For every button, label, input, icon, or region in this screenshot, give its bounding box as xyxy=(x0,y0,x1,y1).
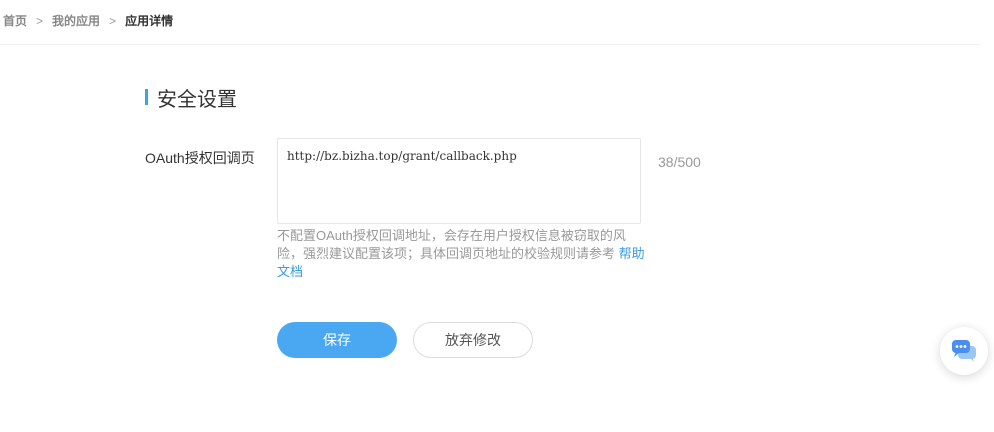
discard-changes-button[interactable]: 放弃修改 xyxy=(413,322,533,358)
chat-support-button[interactable] xyxy=(940,327,988,375)
oauth-callback-textarea[interactable]: http://bz.bizha.top/grant/callback.php xyxy=(277,138,641,224)
chat-bubbles-icon xyxy=(952,340,976,362)
section-title: 安全设置 xyxy=(145,86,237,111)
save-button[interactable]: 保存 xyxy=(277,322,397,358)
header-divider xyxy=(0,44,980,45)
oauth-hint: 不配置OAuth授权回调地址，会存在用户授权信息被窃取的风险，强烈建议配置该项；… xyxy=(277,227,649,281)
section-title-accent-bar xyxy=(145,89,148,105)
breadcrumb-app-details: 应用详情 xyxy=(125,14,174,28)
section-title-text: 安全设置 xyxy=(157,88,237,111)
breadcrumb: 首页 > 我的应用 > 应用详情 xyxy=(3,12,173,29)
oauth-callback-label: OAuth授权回调页 xyxy=(145,150,255,166)
breadcrumb-separator: > xyxy=(36,13,44,28)
oauth-hint-text: 不配置OAuth授权回调地址，会存在用户授权信息被窃取的风险，强烈建议配置该项；… xyxy=(277,228,626,261)
breadcrumb-my-apps[interactable]: 我的应用 xyxy=(52,12,100,29)
breadcrumb-home[interactable]: 首页 xyxy=(3,12,27,29)
char-count: 38/500 xyxy=(658,154,701,170)
breadcrumb-separator: > xyxy=(109,13,117,28)
